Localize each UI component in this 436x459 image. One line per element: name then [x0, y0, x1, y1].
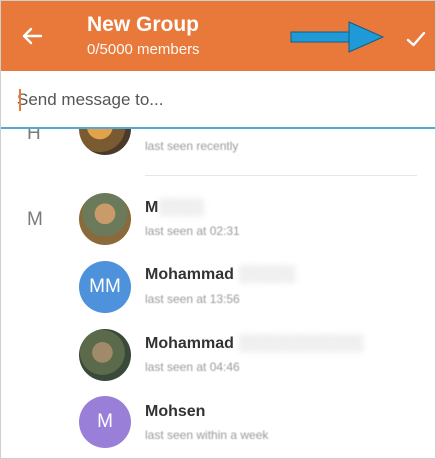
row-divider — [145, 175, 417, 176]
section-letter: M — [27, 209, 43, 230]
contact-name: Mohammad ░░░░░░░░░░░ — [145, 335, 364, 352]
avatar-initials: MM — [89, 276, 121, 297]
avatar-initials: M — [97, 411, 113, 432]
search-bar — [1, 71, 435, 129]
text-caret — [19, 89, 21, 111]
done-button[interactable] — [403, 26, 429, 52]
back-button[interactable] — [17, 21, 47, 51]
last-seen-status: last seen within a week — [145, 428, 269, 442]
recipient-search-input[interactable] — [15, 85, 425, 115]
contact-name: Mohammad ░░░░░ — [145, 266, 296, 283]
last-seen-status: last seen at 04:46 — [145, 360, 240, 374]
avatar — [79, 193, 131, 245]
avatar: M — [79, 396, 131, 448]
last-seen-status: last seen at 02:31 — [145, 224, 240, 238]
last-seen-status: last seen at 13:56 — [145, 292, 240, 306]
arrow-left-icon — [22, 27, 43, 45]
app-bar: New Group 0/5000 members — [1, 1, 435, 71]
arrow-right-annotation-icon — [290, 21, 385, 53]
checkmark-icon — [406, 31, 426, 47]
page-title: New Group — [87, 13, 200, 36]
avatar — [79, 329, 131, 381]
section-letter: H — [27, 129, 41, 144]
avatar — [79, 129, 131, 155]
last-seen-status: last seen recently — [145, 139, 239, 153]
screen: New Group 0/5000 members H last seen rec… — [0, 0, 436, 459]
contact-name: Mohsen — [145, 403, 206, 420]
contact-name: M░░░░ — [145, 199, 204, 216]
contact-list[interactable]: H last seen recently M M░░░░ last seen a… — [1, 129, 435, 458]
title-block: New Group 0/5000 members — [87, 13, 200, 60]
member-count: 0/5000 members — [87, 41, 200, 58]
avatar: MM — [79, 261, 131, 313]
